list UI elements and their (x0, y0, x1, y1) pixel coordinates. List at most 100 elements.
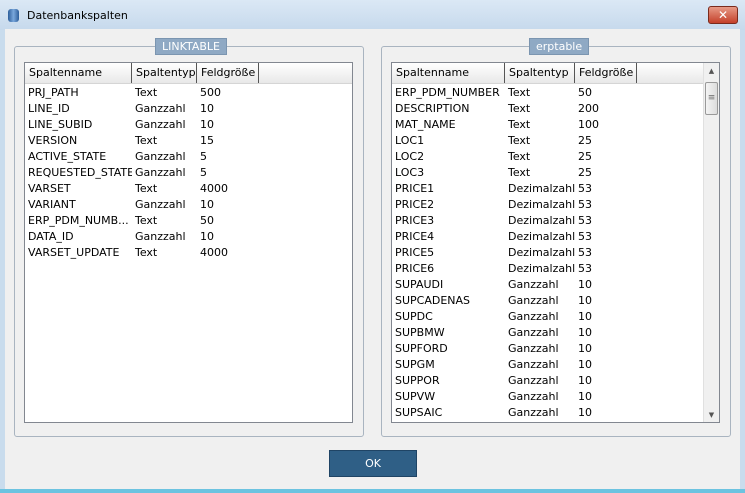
column-type: Ganzzahl (135, 102, 186, 115)
table-row[interactable]: PRICE6 Dezimalzahl 53 (392, 261, 719, 277)
table-row[interactable]: PRICE3 Dezimalzahl 53 (392, 213, 719, 229)
column-header-name[interactable]: Spaltenname (392, 63, 505, 83)
column-name: ERP_PDM_NUMBER (395, 86, 500, 99)
column-name: SUPVW (395, 390, 436, 403)
field-size: 500 (200, 86, 221, 99)
column-name: SUPBMW (395, 326, 445, 339)
list-header: Spaltenname Spaltentyp Feldgröße (392, 63, 719, 84)
table-row[interactable]: PRICE2 Dezimalzahl 53 (392, 197, 719, 213)
field-size: 50 (578, 86, 592, 99)
column-name: LOC1 (395, 134, 425, 147)
column-header-size[interactable]: Feldgröße (575, 63, 637, 83)
column-type: Dezimalzahl (508, 246, 575, 259)
column-type: Dezimalzahl (508, 230, 575, 243)
erptable-columns-list[interactable]: Spaltenname Spaltentyp Feldgröße ERP_PDM… (391, 62, 720, 423)
table-row[interactable]: SUPCADENAS Ganzzahl 10 (392, 293, 719, 309)
close-button[interactable]: ✕ (708, 6, 738, 24)
table-row[interactable]: SUPGM Ganzzahl 10 (392, 357, 719, 373)
field-size: 10 (578, 342, 592, 355)
column-name: VARIANT (28, 198, 76, 211)
table-row[interactable]: ACTIVE_STATE Ganzzahl 5 (25, 149, 352, 165)
column-type: Dezimalzahl (508, 182, 575, 195)
ok-button[interactable]: OK (329, 450, 417, 477)
column-name: SUPSAIC (395, 406, 443, 419)
table-row[interactable]: VARIANT Ganzzahl 10 (25, 197, 352, 213)
table-row[interactable]: LOC2 Text 25 (392, 149, 719, 165)
table-row[interactable]: DESCRIPTION Text 200 (392, 101, 719, 117)
table-row[interactable]: SUPDC Ganzzahl 10 (392, 309, 719, 325)
column-type: Text (135, 86, 158, 99)
field-size: 4000 (200, 182, 228, 195)
table-row[interactable]: VARSET Text 4000 (25, 181, 352, 197)
column-type: Text (508, 86, 531, 99)
column-type: Ganzzahl (508, 406, 559, 419)
column-name: VERSION (28, 134, 78, 147)
table-row[interactable]: SUPPOR Ganzzahl 10 (392, 373, 719, 389)
database-icon (8, 9, 19, 22)
column-name: DESCRIPTION (395, 102, 470, 115)
table-row[interactable]: MAT_NAME Text 100 (392, 117, 719, 133)
window-title: Datenbankspalten (27, 9, 128, 22)
field-size: 53 (578, 246, 592, 259)
field-size: 5 (200, 166, 207, 179)
column-name: REQUESTED_STATE (28, 166, 132, 179)
table-row[interactable]: VERSION Text 15 (25, 133, 352, 149)
column-name: PRICE5 (395, 246, 435, 259)
column-type: Ganzzahl (135, 150, 186, 163)
field-size: 10 (578, 326, 592, 339)
table-row[interactable]: LINE_ID Ganzzahl 10 (25, 101, 352, 117)
column-type: Text (135, 182, 158, 195)
table-row[interactable]: LOC1 Text 25 (392, 133, 719, 149)
column-type: Text (508, 118, 531, 131)
table-row[interactable]: PRJ_PATH Text 500 (25, 85, 352, 101)
vertical-scrollbar[interactable]: ▲ ≡ ▼ (703, 63, 719, 422)
column-header-type[interactable]: Spaltentyp (505, 63, 575, 83)
column-type: Ganzzahl (508, 294, 559, 307)
table-row[interactable]: LINE_SUBID Ganzzahl 10 (25, 117, 352, 133)
table-row[interactable]: SUPAUDI Ganzzahl 10 (392, 277, 719, 293)
table-row[interactable]: VARSET_UPDATE Text 4000 (25, 245, 352, 261)
field-size: 4000 (200, 246, 228, 259)
column-name: PRICE6 (395, 262, 435, 275)
column-header-type[interactable]: Spaltentyp (132, 63, 197, 83)
erptable-group-label: erptable (529, 38, 590, 55)
column-type: Dezimalzahl (508, 214, 575, 227)
field-size: 10 (578, 374, 592, 387)
column-name: PRICE1 (395, 182, 435, 195)
column-type: Ganzzahl (135, 166, 186, 179)
column-type: Text (508, 134, 531, 147)
column-type: Ganzzahl (135, 198, 186, 211)
scroll-up-arrow-icon[interactable]: ▲ (704, 67, 719, 75)
table-row[interactable]: SUPBMW Ganzzahl 10 (392, 325, 719, 341)
table-row[interactable]: ERP_PDM_NUMB... Text 50 (25, 213, 352, 229)
column-name: ERP_PDM_NUMB... (28, 214, 129, 227)
column-name: SUPAUDI (395, 278, 444, 291)
field-size: 10 (200, 102, 214, 115)
column-type: Ganzzahl (508, 358, 559, 371)
column-name: SUPFORD (395, 342, 448, 355)
scroll-down-arrow-icon[interactable]: ▼ (704, 411, 719, 419)
table-row[interactable]: PRICE5 Dezimalzahl 53 (392, 245, 719, 261)
column-header-name[interactable]: Spaltenname (25, 63, 132, 83)
column-type: Ganzzahl (508, 278, 559, 291)
linktable-columns-list[interactable]: Spaltenname Spaltentyp Feldgröße PRJ_PAT… (24, 62, 353, 423)
field-size: 53 (578, 182, 592, 195)
field-size: 100 (578, 118, 599, 131)
field-size: 5 (200, 150, 207, 163)
dialog-body: LINKTABLE Spaltenname Spaltentyp Feldgrö… (5, 29, 740, 489)
column-name: LINE_ID (28, 102, 70, 115)
column-header-size[interactable]: Feldgröße (197, 63, 259, 83)
field-size: 10 (200, 198, 214, 211)
table-row[interactable]: REQUESTED_STATE Ganzzahl 5 (25, 165, 352, 181)
scrollbar-thumb[interactable]: ≡ (705, 82, 718, 115)
table-row[interactable]: SUPSAIC Ganzzahl 10 (392, 405, 719, 421)
table-row[interactable]: DATA_ID Ganzzahl 10 (25, 229, 352, 245)
column-type: Text (508, 150, 531, 163)
table-row[interactable]: LOC3 Text 25 (392, 165, 719, 181)
table-row[interactable]: PRICE1 Dezimalzahl 53 (392, 181, 719, 197)
field-size: 53 (578, 262, 592, 275)
table-row[interactable]: SUPFORD Ganzzahl 10 (392, 341, 719, 357)
table-row[interactable]: PRICE4 Dezimalzahl 53 (392, 229, 719, 245)
table-row[interactable]: ERP_PDM_NUMBER Text 50 (392, 85, 719, 101)
table-row[interactable]: SUPVW Ganzzahl 10 (392, 389, 719, 405)
